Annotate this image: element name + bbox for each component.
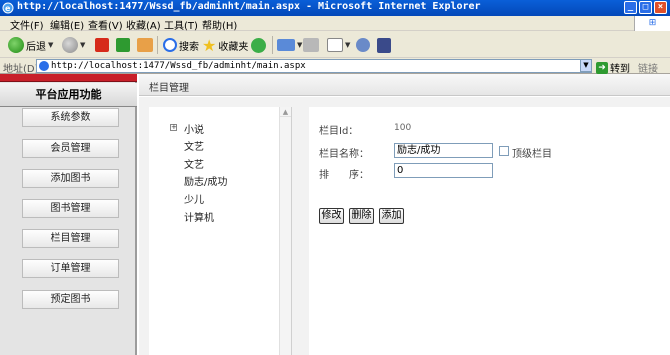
top-level-checkbox[interactable] [499, 146, 509, 156]
stop-button[interactable] [95, 35, 109, 55]
word-edit-icon [327, 38, 343, 52]
search-icon [163, 38, 177, 52]
tree-item[interactable]: 励志/成功 [184, 173, 227, 188]
sidebar-item-column-management[interactable]: 栏目管理 [22, 229, 119, 248]
tree-item[interactable]: 小说 [184, 121, 204, 136]
address-label: 地址(D) [3, 64, 39, 75]
modify-button[interactable]: 修改 [319, 208, 344, 224]
column-id-label: 栏目Id： [319, 126, 359, 137]
messenger-button[interactable] [356, 35, 370, 55]
edit-dropdown-icon[interactable]: ▼ [345, 41, 350, 49]
home-icon [137, 38, 153, 52]
sidebar-top-stripe [0, 74, 137, 82]
back-arrow-icon [8, 37, 24, 53]
svg-text:e: e [5, 4, 11, 13]
printer-icon [303, 38, 319, 52]
back-button[interactable]: 后退 ▼ [8, 35, 53, 55]
go-button[interactable]: ➜ 转到 [596, 60, 630, 75]
tree-item[interactable]: 文艺 [184, 156, 204, 171]
address-bar: 地址(D) http://localhost:1477/Wssd_fb/admi… [0, 58, 670, 75]
column-name-input[interactable]: 励志/成功 [394, 143, 493, 158]
tree-item[interactable]: 文艺 [184, 138, 204, 153]
go-label: 转到 [610, 64, 630, 75]
column-name-label: 栏目名称： [319, 149, 369, 160]
home-button[interactable] [137, 35, 153, 55]
window-title: http://localhost:1477/Wssd_fb/adminht/ma… [17, 1, 481, 12]
menu-bar: 文件(F) 编辑(E) 查看(V) 收藏(A) 工具(T) 帮助(H) ⊞ [0, 16, 670, 32]
sidebar-item-book-management[interactable]: 图书管理 [22, 199, 119, 218]
page-content: 平台应用功能 系统参数 会员管理 添加图书 图书管理 栏目管理 订单管理 预定图… [0, 74, 670, 355]
favorites-label: 收藏夹 [218, 41, 249, 53]
mail-dropdown-icon[interactable]: ▼ [297, 41, 302, 49]
toolbar-separator [272, 36, 273, 54]
stop-icon [95, 38, 109, 52]
close-button[interactable]: × [654, 1, 667, 14]
delete-button[interactable]: 删除 [349, 208, 374, 224]
history-button[interactable] [251, 35, 266, 55]
sidebar-item-add-book[interactable]: 添加图书 [22, 169, 119, 188]
toolbar-separator [157, 36, 158, 54]
go-arrow-icon: ➜ [596, 61, 608, 74]
mail-icon [277, 39, 295, 51]
menu-favorites[interactable]: 收藏(A) [126, 17, 161, 32]
menu-help[interactable]: 帮助(H) [202, 17, 237, 32]
address-url: http://localhost:1477/Wssd_fb/adminht/ma… [51, 61, 306, 71]
favorites-button[interactable]: ★ 收藏夹 [202, 35, 248, 55]
tree-scrollbar[interactable]: ▲ [279, 107, 291, 355]
sidebar-item-order-management[interactable]: 订单管理 [22, 259, 119, 278]
sidebar-item-reserve-book[interactable]: 预定图书 [22, 290, 119, 309]
tree-expand-icon[interactable]: + [170, 124, 177, 131]
windows-logo-icon: ⊞ [634, 16, 670, 31]
star-icon: ★ [202, 35, 217, 55]
content-header: 栏目管理 [139, 74, 670, 96]
refresh-icon [116, 38, 130, 52]
forward-arrow-icon [62, 37, 78, 53]
bluetooth-button[interactable] [377, 35, 391, 55]
tree-item[interactable]: 少儿 [184, 191, 204, 206]
search-label: 搜索 [179, 41, 199, 53]
internet-explorer-icon: e [2, 2, 14, 14]
column-id-value: 100 [394, 123, 412, 133]
column-edit-form: 栏目Id： 100 栏目名称： 励志/成功 顶级栏目 排 序： 0 修改 删除 … [309, 107, 670, 355]
bluetooth-icon [377, 37, 391, 53]
page-title: 栏目管理 [149, 83, 189, 94]
back-dropdown-icon[interactable]: ▼ [48, 41, 53, 49]
sidebar: 平台应用功能 系统参数 会员管理 添加图书 图书管理 栏目管理 订单管理 预定图… [0, 74, 137, 355]
address-input[interactable]: http://localhost:1477/Wssd_fb/adminht/ma… [36, 59, 592, 73]
toolbar: 后退 ▼ ▼ 搜索 ★ 收藏夹 ▼ ▼ [0, 31, 670, 58]
category-tree: + 小说 文艺 文艺 励志/成功 少儿 计算机 ▲ [149, 107, 292, 355]
add-button[interactable]: 添加 [379, 208, 404, 224]
refresh-button[interactable] [116, 35, 130, 55]
page-icon [39, 61, 49, 71]
scroll-up-icon[interactable]: ▲ [280, 107, 291, 117]
links-label[interactable]: 链接 [638, 60, 658, 75]
order-input[interactable]: 0 [394, 163, 493, 178]
edit-button[interactable]: ▼ [327, 35, 350, 55]
mail-button[interactable]: ▼ [277, 35, 302, 55]
menu-view[interactable]: 查看(V) [88, 17, 123, 32]
messenger-icon [356, 38, 370, 52]
top-level-label: 顶级栏目 [512, 149, 552, 160]
minimize-button[interactable]: _ [624, 1, 637, 14]
order-label: 排 序： [319, 170, 369, 181]
search-button[interactable]: 搜索 [163, 35, 199, 55]
maximize-button[interactable]: □ [639, 1, 652, 14]
back-label: 后退 [26, 41, 46, 53]
forward-dropdown-icon[interactable]: ▼ [80, 41, 85, 49]
sidebar-title: 平台应用功能 [0, 83, 137, 107]
menu-tools[interactable]: 工具(T) [164, 17, 198, 32]
sidebar-item-system-params[interactable]: 系统参数 [22, 108, 119, 127]
sidebar-item-member-management[interactable]: 会员管理 [22, 139, 119, 158]
window-title-bar: e http://localhost:1477/Wssd_fb/adminht/… [0, 0, 670, 16]
tree-item[interactable]: 计算机 [184, 209, 214, 224]
menu-file[interactable]: 文件(F) [10, 17, 44, 32]
menu-edit[interactable]: 编辑(E) [50, 17, 84, 32]
print-button[interactable] [303, 35, 319, 55]
content-body: + 小说 文艺 文艺 励志/成功 少儿 计算机 ▲ 栏目Id： 100 栏目名称… [139, 97, 670, 355]
history-icon [251, 37, 266, 53]
address-dropdown-icon[interactable]: ▼ [580, 59, 592, 72]
forward-button[interactable]: ▼ [62, 35, 85, 55]
